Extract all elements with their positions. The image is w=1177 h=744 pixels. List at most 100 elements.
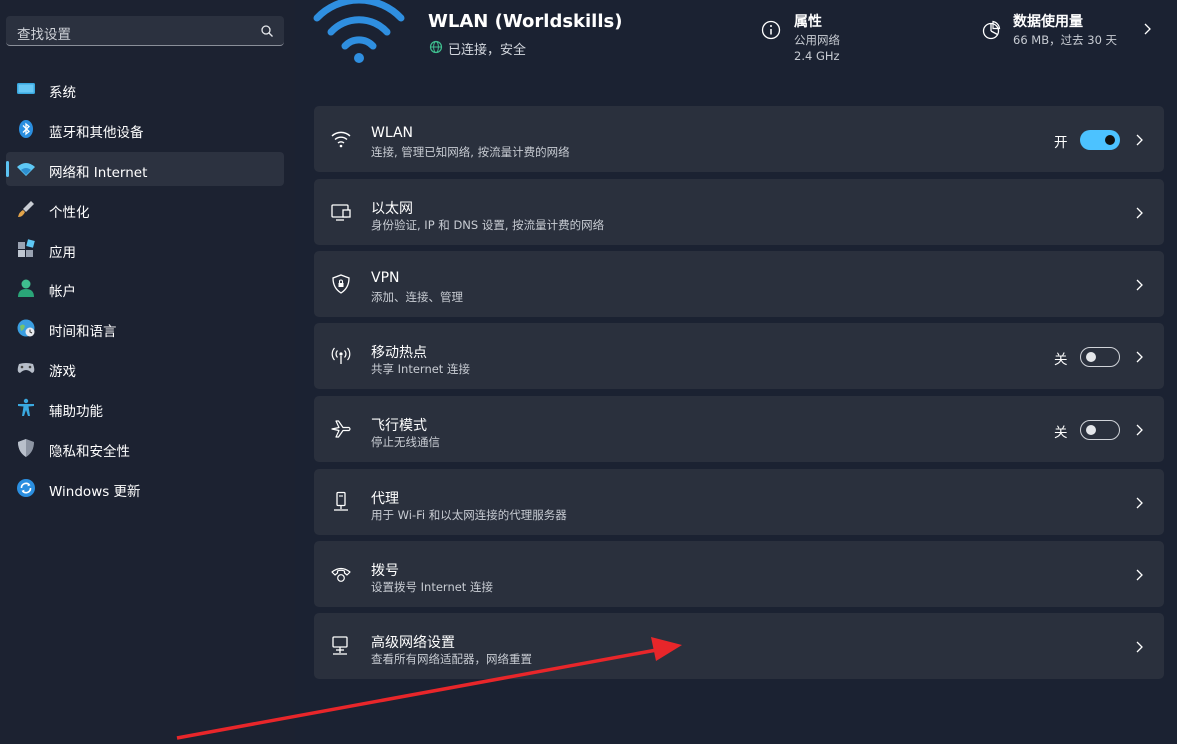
card-subtitle: 添加、连接、管理 [371, 290, 463, 304]
sidebar-item-bluetooth[interactable]: 蓝牙和其他设备 [6, 112, 284, 146]
card-title: 代理 [371, 491, 399, 507]
sidebar-item-apps[interactable]: 应用 [6, 232, 284, 266]
sidebar-item-system[interactable]: 系统 [6, 72, 284, 106]
data-usage-title[interactable]: 数据使用量 [1013, 11, 1083, 31]
wlan-card[interactable]: WLAN 连接, 管理已知网络, 按流量计费的网络 开 [314, 106, 1164, 172]
wlan-toggle[interactable] [1080, 130, 1120, 150]
sidebar-item-privacy[interactable]: 隐私和安全性 [6, 431, 284, 465]
search-placeholder: 查找设置 [17, 27, 71, 43]
properties-title[interactable]: 属性 [794, 11, 822, 31]
shield-icon [18, 439, 34, 457]
gaming-icon [17, 363, 35, 373]
toggle-knob [1105, 135, 1115, 145]
chevron-right-icon[interactable] [1134, 278, 1144, 292]
toggle-state-label: 开 [1054, 135, 1068, 151]
hotspot-toggle[interactable] [1080, 347, 1120, 367]
chevron-right-icon[interactable] [1134, 568, 1144, 582]
card-title: 拨号 [371, 563, 399, 579]
chevron-right-icon[interactable] [1134, 640, 1144, 654]
data-usage-icon[interactable] [981, 20, 1001, 40]
sidebar-item-label: 网络和 Internet [49, 165, 148, 181]
sidebar-item-label: 游戏 [49, 364, 76, 380]
airplane-icon [331, 420, 351, 438]
ethernet-card[interactable]: 以太网 身份验证, IP 和 DNS 设置, 按流量计费的网络 [314, 179, 1164, 245]
chevron-right-icon[interactable] [1134, 496, 1144, 510]
vpn-card[interactable]: VPN 添加、连接、管理 [314, 251, 1164, 317]
wifi-hero-icon [313, 0, 405, 63]
sidebar-item-accessibility[interactable]: 辅助功能 [6, 391, 284, 425]
update-icon [17, 479, 35, 497]
globe-icon [429, 40, 443, 54]
card-title: WLAN [371, 125, 414, 141]
advanced-network-icon [332, 636, 348, 655]
sidebar-item-personalization[interactable]: 个性化 [6, 192, 284, 226]
card-subtitle: 共享 Internet 连接 [371, 362, 470, 376]
dialup-icon [331, 567, 351, 582]
toggle-state-label: 关 [1054, 352, 1068, 368]
card-title: 移动热点 [371, 345, 427, 361]
card-subtitle: 用于 Wi-Fi 和以太网连接的代理服务器 [371, 508, 567, 522]
sidebar-item-label: 辅助功能 [49, 404, 103, 420]
sidebar-item-gaming[interactable]: 游戏 [6, 351, 284, 385]
vpn-shield-icon [332, 274, 350, 294]
sidebar-item-windows-update[interactable]: Windows 更新 [6, 471, 284, 505]
toggle-knob [1086, 425, 1096, 435]
toggle-state-label: 关 [1054, 425, 1068, 441]
hotspot-icon [331, 347, 351, 364]
sidebar-item-label: 隐私和安全性 [49, 444, 130, 460]
sidebar-item-time-language[interactable]: 时间和语言 [6, 311, 284, 345]
airplane-toggle[interactable] [1080, 420, 1120, 440]
card-subtitle: 身份验证, IP 和 DNS 设置, 按流量计费的网络 [371, 218, 605, 232]
sidebar-item-label: Windows 更新 [49, 484, 141, 500]
card-title: 飞行模式 [371, 418, 427, 434]
apps-icon [18, 239, 35, 257]
chevron-right-icon[interactable] [1134, 133, 1144, 147]
sidebar-item-accounts[interactable]: 帐户 [6, 271, 284, 305]
main-content: WLAN (Worldskills) 已连接，安全 属性 公用网络 2.4 GH… [295, 0, 1177, 744]
sidebar-item-label: 个性化 [49, 205, 90, 221]
system-icon [17, 83, 35, 94]
sidebar-item-network[interactable]: 网络和 Internet [6, 152, 284, 186]
wifi-icon [331, 131, 351, 148]
card-subtitle: 查看所有网络适配器，网络重置 [371, 652, 532, 666]
search-input[interactable]: 查找设置 [6, 16, 284, 46]
info-icon[interactable] [761, 20, 781, 40]
card-title: 高级网络设置 [371, 635, 455, 651]
mobile-hotspot-card[interactable]: 移动热点 共享 Internet 连接 关 [314, 323, 1164, 389]
properties-network-type: 公用网络 [794, 33, 840, 47]
chevron-right-icon[interactable] [1134, 350, 1144, 364]
data-usage-subtitle: 66 MB，过去 30 天 [1013, 33, 1118, 47]
account-icon [18, 279, 34, 297]
connection-status: 已连接，安全 [448, 43, 527, 58]
chevron-right-icon[interactable] [1141, 22, 1153, 36]
advanced-network-settings-card[interactable]: 高级网络设置 查看所有网络适配器，网络重置 [314, 613, 1164, 679]
airplane-mode-card[interactable]: 飞行模式 停止无线通信 关 [314, 396, 1164, 462]
chevron-right-icon[interactable] [1134, 423, 1144, 437]
card-title: VPN [371, 270, 400, 286]
search-icon[interactable] [260, 24, 274, 38]
network-icon [17, 163, 35, 176]
card-subtitle: 连接, 管理已知网络, 按流量计费的网络 [371, 145, 570, 159]
properties-band: 2.4 GHz [794, 49, 840, 63]
card-title: 以太网 [371, 201, 413, 217]
bluetooth-icon [19, 120, 33, 138]
network-name: WLAN (Worldskills) [428, 11, 623, 32]
sidebar-item-label: 帐户 [49, 284, 76, 300]
sidebar: 查找设置 系统 蓝牙和其他设备 网络和 Internet 个性化 应用 帐户 时… [0, 0, 295, 744]
proxy-card[interactable]: 代理 用于 Wi-Fi 和以太网连接的代理服务器 [314, 469, 1164, 535]
sidebar-item-label: 时间和语言 [49, 324, 117, 340]
ethernet-icon [331, 204, 351, 221]
sidebar-item-label: 应用 [49, 245, 76, 261]
accessibility-icon [18, 398, 34, 416]
toggle-knob [1086, 352, 1096, 362]
time-language-icon [17, 319, 35, 337]
chevron-right-icon[interactable] [1134, 206, 1144, 220]
card-subtitle: 设置拨号 Internet 连接 [371, 580, 493, 594]
proxy-icon [334, 491, 348, 511]
sidebar-item-label: 蓝牙和其他设备 [49, 125, 144, 141]
sidebar-item-label: 系统 [49, 85, 76, 101]
brush-icon [18, 201, 34, 217]
card-subtitle: 停止无线通信 [371, 435, 440, 449]
selection-indicator [6, 161, 9, 177]
dialup-card[interactable]: 拨号 设置拨号 Internet 连接 [314, 541, 1164, 607]
